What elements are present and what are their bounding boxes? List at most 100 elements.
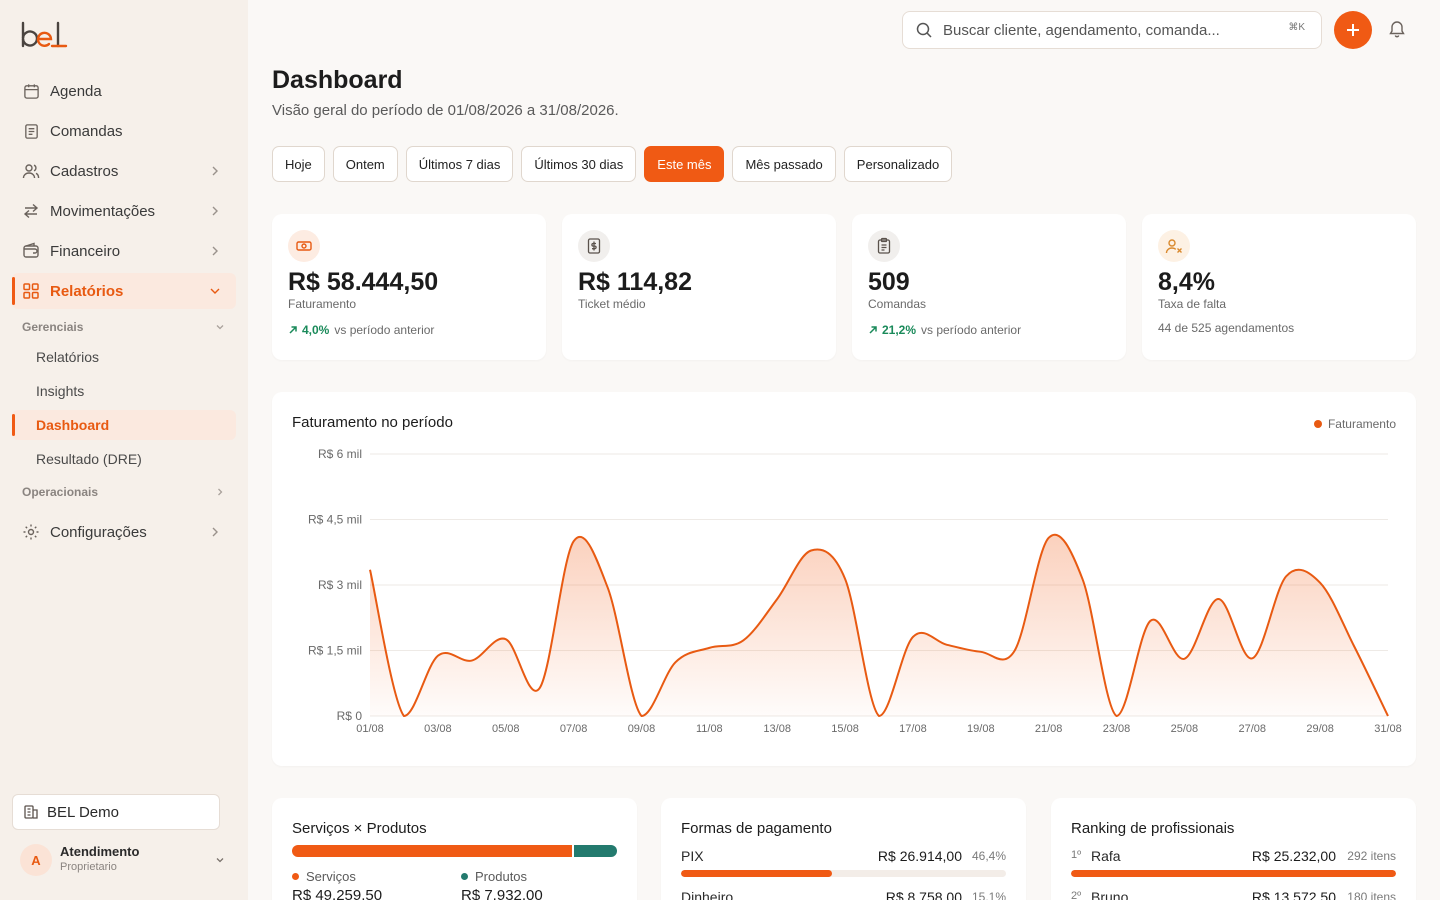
x-tick-label: 17/08: [899, 723, 927, 735]
sidebar-item-cadastros[interactable]: Cadastros: [12, 153, 236, 189]
professional-amount: R$ 25.232,00: [1251, 848, 1336, 864]
payment-fill: [681, 870, 832, 877]
produtos-value: R$ 7.932,00: [461, 887, 543, 900]
kpi-delta: 21,2% vs período anterior: [868, 323, 1021, 337]
bell-icon[interactable]: [1387, 19, 1407, 39]
kpi-value: 8,4%: [1158, 268, 1215, 296]
sidebar-item-configuracoes[interactable]: Configurações: [12, 514, 236, 550]
sidebar-subitem-dre[interactable]: Resultado (DRE): [12, 444, 236, 474]
chart-legend[interactable]: Faturamento: [1313, 417, 1396, 431]
ranking-card: Ranking de profissionais 1º Rafa R$ 25.2…: [1051, 798, 1416, 900]
filter-mes-passado[interactable]: Mês passado: [732, 146, 836, 182]
professional-name: Rafa: [1091, 848, 1121, 864]
grid-icon: [22, 282, 40, 300]
sidebar-item-movimentacoes[interactable]: Movimentações: [12, 193, 236, 229]
legend-produtos: Produtos: [461, 869, 527, 884]
section-gerenciais[interactable]: Gerenciais: [22, 320, 83, 334]
search-input[interactable]: [943, 21, 1273, 39]
payment-row[interactable]: Dinheiro R$ 8.758,00 15,1%: [681, 889, 1006, 900]
ranking-row[interactable]: 2º Bruno R$ 13.572,50 180 itens: [1071, 889, 1396, 900]
legend-swatch: [292, 873, 299, 880]
rank-position: 1º: [1071, 849, 1082, 861]
professional-amount: R$ 13.572,50: [1251, 889, 1336, 900]
chevron-right-icon: [212, 166, 218, 176]
sidebar-subitem-dashboard[interactable]: Dashboard: [12, 410, 236, 440]
new-item-button[interactable]: [1334, 11, 1372, 49]
x-tick-label: 29/08: [1306, 723, 1334, 735]
sidebar-item-relatorios[interactable]: Relatórios: [12, 273, 236, 309]
kpi-delta-value: 4,0%: [302, 323, 330, 337]
rank-position: 2º: [1071, 890, 1082, 900]
filter-ultimos-30-dias[interactable]: Últimos 30 dias: [521, 146, 637, 182]
kpi-card-taxa-falta: 8,4% Taxa de falta 44 de 525 agendamento…: [1142, 214, 1416, 360]
kpi-value: 509: [868, 268, 910, 296]
sidebar-subitem-label: Relatórios: [36, 349, 100, 365]
legend-label: Serviços: [306, 869, 356, 884]
org-name: BEL Demo: [47, 803, 119, 821]
user-menu[interactable]: A Atendimento Proprietario: [20, 842, 232, 878]
user-x-icon: [1158, 230, 1190, 262]
card-title: Formas de pagamento: [681, 820, 832, 837]
pagamentos-card: Formas de pagamento PIX R$ 26.914,00 46,…: [661, 798, 1026, 900]
kpi-card-comandas: 509 Comandas 21,2% vs período anterior: [852, 214, 1126, 360]
users-icon: [22, 162, 40, 180]
y-tick-label: R$ 3 mil: [318, 578, 362, 592]
cash-icon: [288, 230, 320, 262]
servicos-value: R$ 49.259,50: [292, 887, 383, 900]
search-icon: [916, 22, 932, 38]
sidebar-subitem-relatorios[interactable]: Relatórios: [12, 342, 236, 372]
arrow-up-right-icon: [869, 326, 877, 334]
x-tick-label: 01/08: [356, 723, 384, 735]
arrow-up-right-icon: [289, 326, 297, 334]
filter-este-mes[interactable]: Este mês: [644, 146, 725, 182]
sidebar: Agenda Comandas Cadastros Movimentações …: [0, 0, 248, 900]
search-shortcut: ⌘K: [1288, 22, 1305, 33]
sidebar-item-label: Relatórios: [50, 282, 124, 300]
kpi-card-ticket-medio: R$ 114,82 Ticket médio: [562, 214, 836, 360]
payment-pct: 15,1%: [971, 890, 1006, 900]
filter-ultimos-7-dias[interactable]: Últimos 7 dias: [405, 146, 514, 182]
card-title: Ranking de profissionais: [1071, 820, 1235, 837]
y-tick-label: R$ 0: [337, 709, 363, 723]
sidebar-item-label: Configurações: [50, 523, 147, 541]
sidebar-item-financeiro[interactable]: Financeiro: [12, 233, 236, 269]
section-operacionais[interactable]: Operacionais: [22, 485, 98, 499]
kpi-label: Comandas: [868, 297, 927, 311]
clipboard-icon: [868, 230, 900, 262]
sidebar-subitem-insights[interactable]: Insights: [12, 376, 236, 406]
y-tick-label: R$ 4,5 mil: [308, 513, 362, 527]
user-role: Proprietario: [60, 861, 117, 873]
trend-up: 4,0%: [288, 323, 329, 337]
payment-amount: R$ 26.914,00: [877, 848, 962, 864]
kpi-extra: 44 de 525 agendamentos: [1158, 321, 1295, 335]
kpi-card-faturamento: R$ 58.444,50 Faturamento 4,0% vs período…: [272, 214, 546, 360]
ranking-row[interactable]: 1º Rafa R$ 25.232,00 292 itens: [1071, 848, 1396, 888]
org-switcher[interactable]: BEL Demo: [12, 794, 220, 830]
payment-label: PIX: [681, 848, 704, 864]
payment-row[interactable]: PIX R$ 26.914,00 46,4%: [681, 848, 1006, 888]
period-filters: Hoje Ontem Últimos 7 dias Últimos 30 dia…: [272, 146, 953, 182]
calendar-icon: [22, 82, 40, 100]
legend-swatch: [461, 873, 468, 880]
y-tick-label: R$ 1,5 mil: [308, 644, 362, 658]
filter-ontem[interactable]: Ontem: [332, 146, 398, 182]
chevron-down-icon: [216, 858, 224, 863]
kpi-label: Faturamento: [288, 297, 357, 311]
global-search[interactable]: ⌘K: [902, 11, 1322, 49]
chevron-down-icon[interactable]: [214, 321, 226, 333]
chevron-right-icon: [212, 246, 218, 256]
legend-swatch: [1313, 420, 1322, 428]
trend-up: 21,2%: [868, 323, 916, 337]
page-title: Dashboard: [272, 66, 403, 94]
x-tick-label: 25/08: [1171, 723, 1199, 735]
gear-icon: [22, 523, 40, 541]
kpi-delta-value: 21,2%: [882, 323, 917, 337]
sidebar-item-comandas[interactable]: Comandas: [12, 113, 236, 149]
ranking-track: [1071, 870, 1396, 877]
sidebar-item-agenda[interactable]: Agenda: [12, 73, 236, 109]
filter-hoje[interactable]: Hoje: [272, 146, 325, 182]
chevron-right-icon[interactable]: [214, 486, 226, 498]
bel-logo[interactable]: [20, 20, 70, 52]
avatar: A: [20, 844, 52, 876]
filter-personalizado[interactable]: Personalizado: [843, 146, 953, 182]
